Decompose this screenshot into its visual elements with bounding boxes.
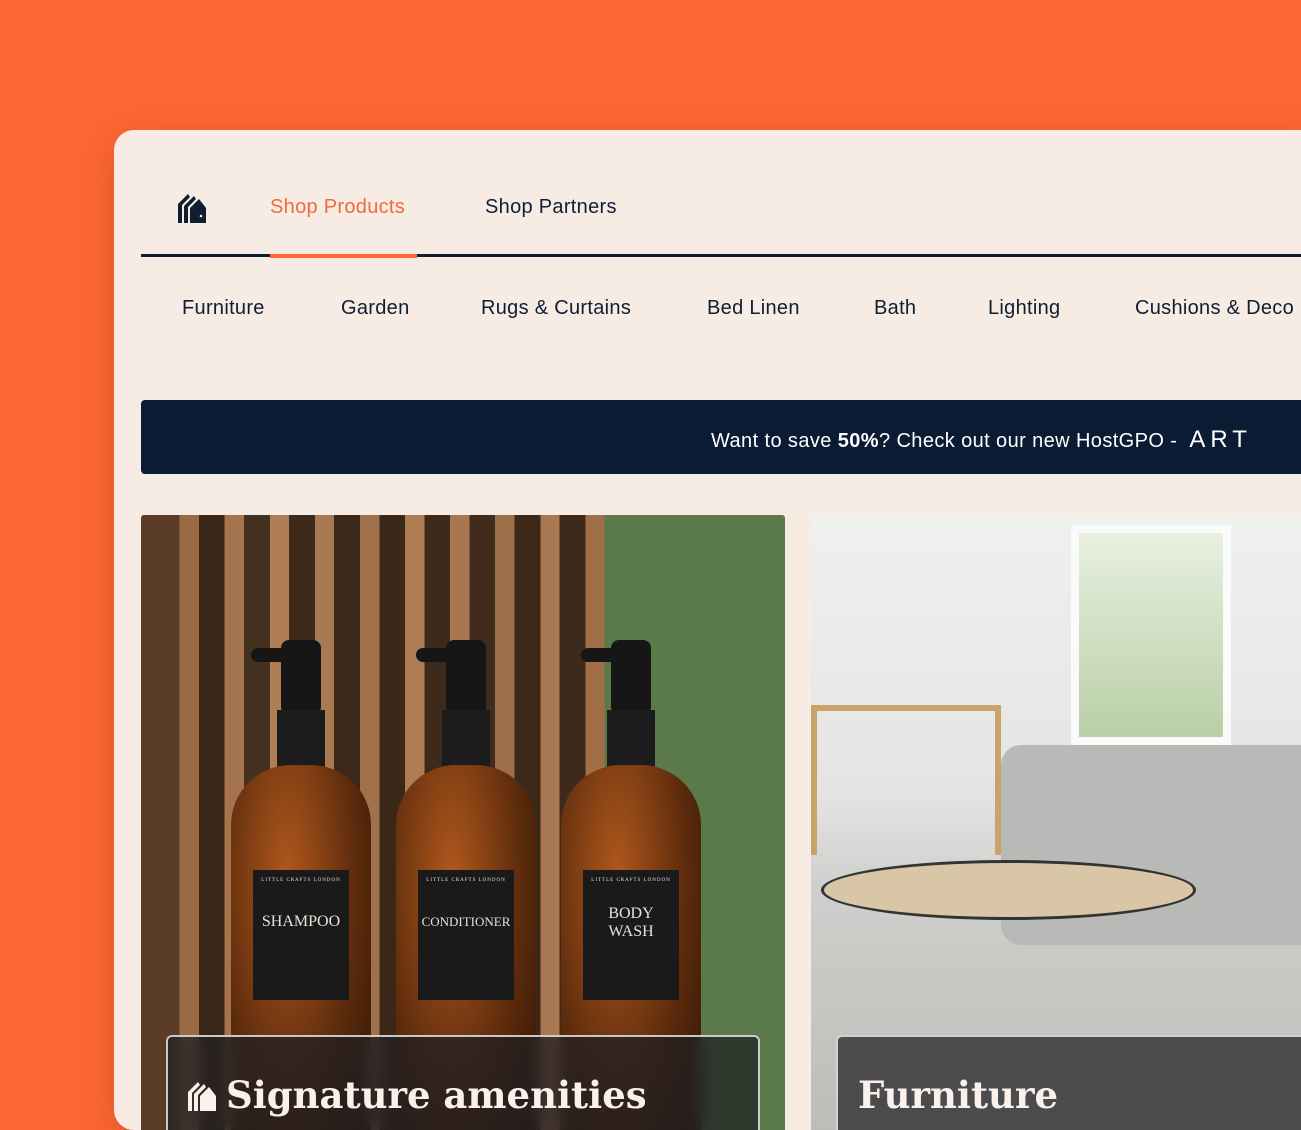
room-window: [1071, 525, 1231, 745]
app-window: Shop Products Shop Partners Furniture Ga…: [114, 130, 1301, 1130]
card-signature-amenities[interactable]: LITTLE CRAFTS LONDON SHAMPOO LITTLE CRAFT…: [141, 515, 785, 1130]
coffee-table: [821, 860, 1196, 920]
active-tab-indicator: [270, 254, 417, 258]
category-garden[interactable]: Garden: [341, 297, 410, 320]
tab-shop-partners[interactable]: Shop Partners: [485, 196, 617, 219]
bar-cart: [811, 705, 1001, 855]
card-title: Furniture: [858, 1073, 1058, 1117]
tab-shop-products[interactable]: Shop Products: [270, 196, 405, 219]
category-bath[interactable]: Bath: [874, 297, 916, 320]
category-lighting[interactable]: Lighting: [988, 297, 1060, 320]
card-caption: Signature amenities: [166, 1035, 760, 1130]
category-rugs-curtains[interactable]: Rugs & Curtains: [481, 297, 631, 320]
card-caption: Furniture: [836, 1035, 1301, 1130]
category-bed-linen[interactable]: Bed Linen: [707, 297, 800, 320]
card-furniture[interactable]: Furniture: [811, 515, 1301, 1130]
logo-house-icon[interactable]: [178, 192, 206, 223]
promo-text: Want to save 50%? Check out our new Host…: [711, 426, 1252, 453]
category-furniture[interactable]: Furniture: [182, 297, 265, 320]
logo-house-icon: [188, 1081, 216, 1111]
promo-banner[interactable]: Want to save 50%? Check out our new Host…: [141, 400, 1301, 474]
card-title: Signature amenities: [226, 1073, 647, 1117]
category-cushions-deco[interactable]: Cushions & Deco: [1135, 297, 1294, 320]
promo-brand: ART: [1189, 426, 1252, 453]
